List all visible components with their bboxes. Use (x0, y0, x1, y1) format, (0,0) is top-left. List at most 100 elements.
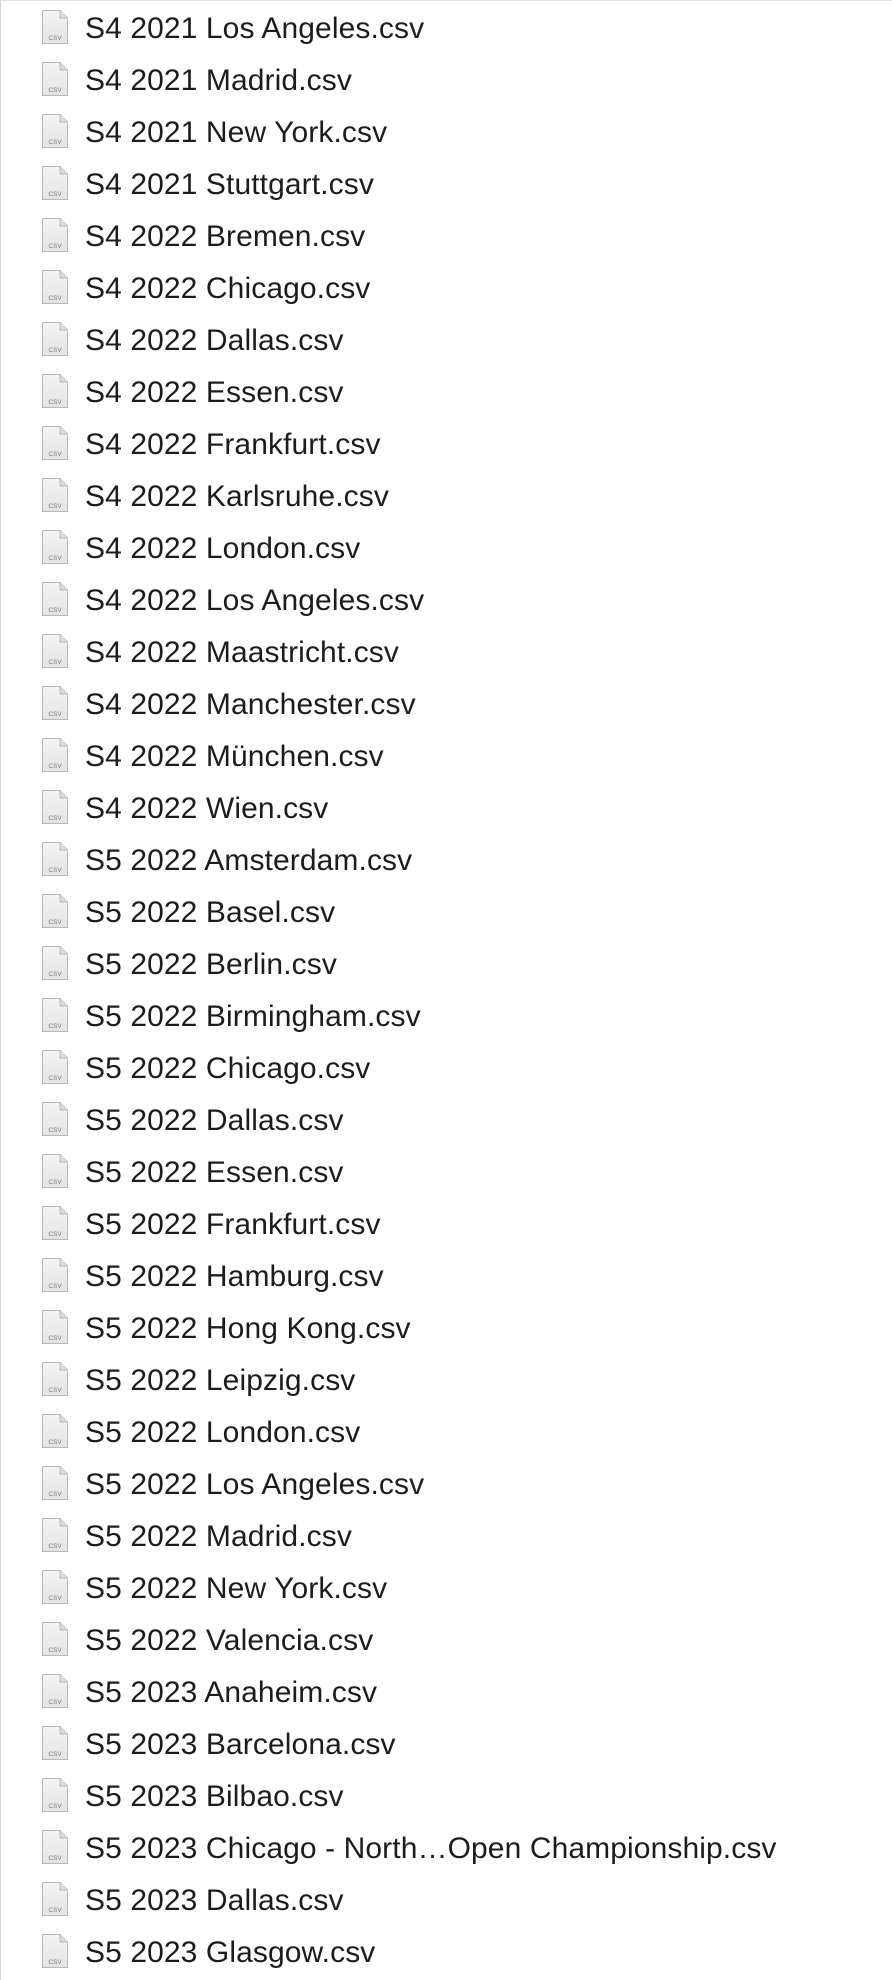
file-row[interactable]: CSV S5 2023 Glasgow.csv (1, 1927, 892, 1979)
file-row[interactable]: CSV S5 2022 Hamburg.csv (1, 1251, 892, 1303)
svg-text:CSV: CSV (48, 1855, 62, 1862)
csv-file-icon: CSV (41, 841, 69, 877)
file-row[interactable]: CSV S4 2022 Chicago.csv (1, 263, 892, 315)
svg-text:CSV: CSV (48, 1127, 62, 1134)
file-row[interactable]: CSV S5 2022 Frankfurt.csv (1, 1199, 892, 1251)
svg-text:CSV: CSV (48, 191, 62, 198)
file-name: S5 2022 Los Angeles.csv (85, 1468, 425, 1501)
file-row[interactable]: CSV S5 2023 Dallas.csv (1, 1875, 892, 1927)
svg-text:CSV: CSV (48, 503, 62, 510)
file-row[interactable]: CSV S5 2022 Basel.csv (1, 887, 892, 939)
csv-file-icon: CSV (41, 1881, 69, 1917)
svg-text:CSV: CSV (48, 867, 62, 874)
svg-text:CSV: CSV (48, 1439, 62, 1446)
file-row[interactable]: CSV S4 2022 Dallas.csv (1, 315, 892, 367)
csv-file-icon: CSV (41, 581, 69, 617)
file-name: S5 2023 Bilbao.csv (85, 1780, 344, 1813)
csv-file-icon: CSV (41, 997, 69, 1033)
svg-text:CSV: CSV (48, 399, 62, 406)
file-row[interactable]: CSV S5 2023 Chicago - North…Open Champio… (1, 1823, 892, 1875)
file-row[interactable]: CSV S5 2022 Dallas.csv (1, 1095, 892, 1147)
file-name: S5 2022 Frankfurt.csv (85, 1208, 381, 1241)
svg-text:CSV: CSV (48, 451, 62, 458)
file-name: S4 2022 Los Angeles.csv (85, 584, 425, 617)
svg-text:CSV: CSV (48, 1179, 62, 1186)
file-row[interactable]: CSV S5 2023 Bilbao.csv (1, 1771, 892, 1823)
csv-file-icon: CSV (41, 1361, 69, 1397)
csv-file-icon: CSV (41, 737, 69, 773)
file-name: S4 2021 New York.csv (85, 116, 388, 149)
svg-text:CSV: CSV (48, 763, 62, 770)
csv-file-icon: CSV (41, 1257, 69, 1293)
file-row[interactable]: CSV S4 2022 Karlsruhe.csv (1, 471, 892, 523)
file-name: S4 2022 Frankfurt.csv (85, 428, 381, 461)
svg-text:CSV: CSV (48, 1751, 62, 1758)
file-row[interactable]: CSV S5 2022 Madrid.csv (1, 1511, 892, 1563)
file-row[interactable]: CSV S4 2022 Bremen.csv (1, 211, 892, 263)
svg-text:CSV: CSV (48, 1699, 62, 1706)
svg-text:CSV: CSV (48, 1023, 62, 1030)
csv-file-icon: CSV (41, 217, 69, 253)
svg-text:CSV: CSV (48, 919, 62, 926)
file-row[interactable]: CSV S4 2022 Frankfurt.csv (1, 419, 892, 471)
file-row[interactable]: CSV S4 2021 New York.csv (1, 107, 892, 159)
file-row[interactable]: CSV S5 2022 Amsterdam.csv (1, 835, 892, 887)
file-row[interactable]: CSV S4 2022 Essen.csv (1, 367, 892, 419)
file-row[interactable]: CSV S5 2022 Birmingham.csv (1, 991, 892, 1043)
svg-text:CSV: CSV (48, 1491, 62, 1498)
file-row[interactable]: CSV S5 2022 Leipzig.csv (1, 1355, 892, 1407)
file-row[interactable]: CSV S5 2023 Barcelona.csv (1, 1719, 892, 1771)
file-name: S5 2022 Hong Kong.csv (85, 1312, 411, 1345)
csv-file-icon: CSV (41, 477, 69, 513)
file-row[interactable]: CSV S5 2022 Essen.csv (1, 1147, 892, 1199)
file-row[interactable]: CSV S5 2022 Valencia.csv (1, 1615, 892, 1667)
file-name: S4 2022 London.csv (85, 532, 361, 565)
file-row[interactable]: CSV S5 2022 Berlin.csv (1, 939, 892, 991)
file-row[interactable]: CSV S4 2022 London.csv (1, 523, 892, 575)
csv-file-icon: CSV (41, 165, 69, 201)
csv-file-icon: CSV (41, 1829, 69, 1865)
file-row[interactable]: CSV S4 2022 Manchester.csv (1, 679, 892, 731)
file-name: S5 2022 Leipzig.csv (85, 1364, 356, 1397)
csv-file-icon: CSV (41, 1049, 69, 1085)
file-row[interactable]: CSV S5 2022 Los Angeles.csv (1, 1459, 892, 1511)
file-row[interactable]: CSV S4 2021 Stuttgart.csv (1, 159, 892, 211)
svg-text:CSV: CSV (48, 1959, 62, 1966)
file-row[interactable]: CSV S5 2023 Anaheim.csv (1, 1667, 892, 1719)
file-row[interactable]: CSV S4 2022 München.csv (1, 731, 892, 783)
file-list: CSV S4 2021 Los Angeles.csv CSV S4 2021 … (0, 0, 892, 1980)
file-row[interactable]: CSV S5 2022 London.csv (1, 1407, 892, 1459)
file-name: S4 2022 Wien.csv (85, 792, 329, 825)
svg-text:CSV: CSV (48, 1647, 62, 1654)
csv-file-icon: CSV (41, 373, 69, 409)
file-name: S4 2021 Los Angeles.csv (85, 12, 425, 45)
csv-file-icon: CSV (41, 1309, 69, 1345)
file-name: S5 2022 Essen.csv (85, 1156, 344, 1189)
csv-file-icon: CSV (41, 789, 69, 825)
file-row[interactable]: CSV S4 2021 Madrid.csv (1, 55, 892, 107)
csv-file-icon: CSV (41, 1465, 69, 1501)
file-row[interactable]: CSV S5 2022 Hong Kong.csv (1, 1303, 892, 1355)
svg-text:CSV: CSV (48, 1595, 62, 1602)
file-row[interactable]: CSV S4 2022 Los Angeles.csv (1, 575, 892, 627)
file-row[interactable]: CSV S5 2022 Chicago.csv (1, 1043, 892, 1095)
file-name: S5 2023 Chicago - North…Open Championshi… (85, 1832, 777, 1865)
file-name: S5 2022 Berlin.csv (85, 948, 337, 981)
file-name: S5 2023 Dallas.csv (85, 1884, 344, 1917)
csv-file-icon: CSV (41, 633, 69, 669)
file-name: S5 2023 Glasgow.csv (85, 1936, 376, 1969)
file-row[interactable]: CSV S4 2022 Maastricht.csv (1, 627, 892, 679)
file-row[interactable]: CSV S4 2022 Wien.csv (1, 783, 892, 835)
file-name: S5 2022 London.csv (85, 1416, 361, 1449)
svg-text:CSV: CSV (48, 139, 62, 146)
csv-file-icon: CSV (41, 113, 69, 149)
svg-text:CSV: CSV (48, 1387, 62, 1394)
file-name: S4 2022 Manchester.csv (85, 688, 416, 721)
file-row[interactable]: CSV S4 2021 Los Angeles.csv (1, 3, 892, 55)
file-row[interactable]: CSV S5 2022 New York.csv (1, 1563, 892, 1615)
file-name: S5 2023 Anaheim.csv (85, 1676, 378, 1709)
csv-file-icon: CSV (41, 945, 69, 981)
svg-text:CSV: CSV (48, 1283, 62, 1290)
csv-file-icon: CSV (41, 1569, 69, 1605)
file-name: S5 2022 Dallas.csv (85, 1104, 344, 1137)
